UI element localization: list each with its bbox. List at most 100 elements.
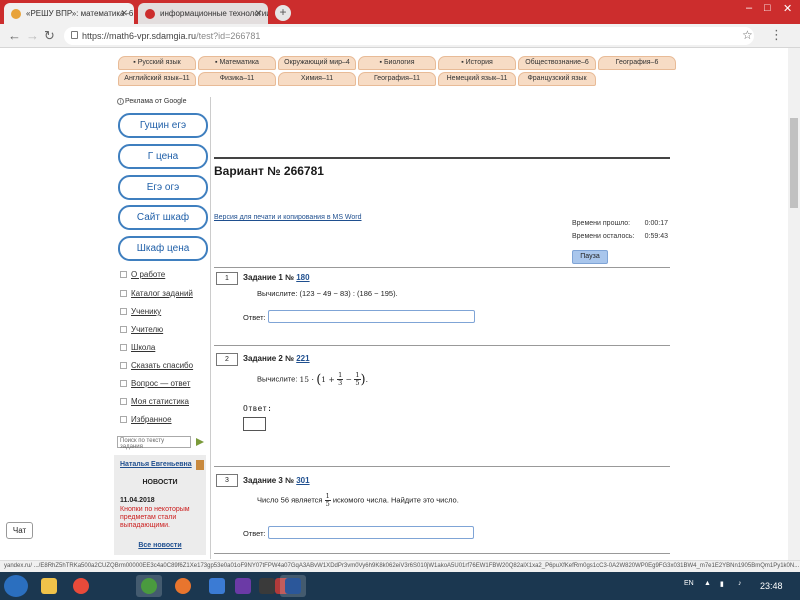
time-left-label: Времени осталось: [572, 233, 635, 240]
search-input[interactable]: Поиск по тексту задания [117, 436, 191, 450]
volume-icon[interactable]: ♪ [738, 580, 742, 587]
news-date: 11.04.2018 [120, 497, 155, 504]
subject-tab-physics[interactable]: Физика–11 [198, 72, 276, 86]
task-text-3: Число 56 является 15 искомого числа. Най… [257, 492, 459, 508]
yandex-favicon-icon [145, 9, 155, 19]
sidebar-item-qa[interactable]: Вопрос — ответ [120, 379, 190, 388]
subject-tab-english[interactable]: Английский язык–11 [118, 72, 196, 86]
scrollbar-thumb[interactable] [790, 118, 798, 208]
page-title: Вариант № 266781 [214, 164, 324, 178]
minimize-icon[interactable]: – [746, 2, 752, 14]
url-input[interactable]: https://math6-vpr.sdamgia.ru/test?id=266… [64, 27, 754, 45]
ad-button-1[interactable]: Гущин егэ [118, 113, 208, 138]
task-title-2: Задание 2 № 221 [243, 354, 310, 363]
reload-icon[interactable]: ↻ [44, 28, 55, 44]
subject-tab-history[interactable]: ▪ История [438, 56, 516, 70]
bullet-icon [120, 416, 127, 423]
chat-button[interactable]: Чат [6, 522, 33, 539]
taskbar-clock[interactable]: 23:48 [760, 581, 783, 591]
user-name-link[interactable]: Наталья Евгеньевна [120, 461, 192, 468]
chrome-icon[interactable] [136, 575, 162, 597]
sidebar-divider [210, 97, 211, 559]
subject-tab-german[interactable]: Немецкий язык–11 [438, 72, 516, 86]
task-divider [214, 267, 670, 268]
answer-label-1: Ответ: [243, 313, 266, 322]
ad-button-3[interactable]: Егэ огэ [118, 175, 208, 200]
close-tab-icon[interactable]: ✕ [254, 8, 262, 19]
ad-button-4[interactable]: Сайт шкаф [118, 205, 208, 230]
pause-button[interactable]: Пауза [572, 250, 608, 264]
close-tab-icon[interactable]: ✕ [120, 8, 128, 19]
task-ref-link-2[interactable]: 221 [296, 354, 309, 363]
sidebar-item-school[interactable]: Школа [120, 343, 155, 352]
tab-reshu-vpr[interactable]: «РЕШУ ВПР»: математика–6. ВПР ✕ [4, 3, 134, 24]
sidebar-item-teacher[interactable]: Учителю [120, 325, 163, 334]
browser-menu-icon[interactable]: ⋮ [770, 27, 783, 43]
subject-tab-geography6[interactable]: География–6 [598, 56, 676, 70]
task-ref-link-1[interactable]: 180 [296, 273, 309, 282]
tab-label: «РЕШУ ВПР»: математика–6. ВПР [26, 9, 134, 18]
language-indicator[interactable]: EN [684, 580, 694, 587]
sidebar-item-student[interactable]: Ученику [120, 307, 161, 316]
bullet-icon [120, 326, 127, 333]
new-tab-button[interactable]: + [275, 5, 291, 21]
all-news-link[interactable]: Все новости [114, 542, 206, 549]
bullet-icon [120, 380, 127, 387]
page-scrollbar[interactable] [788, 48, 800, 560]
tray-arrow-icon[interactable]: ▲ [704, 580, 711, 587]
task-number-2: 2 [216, 353, 238, 366]
maximize-icon[interactable]: □ [764, 2, 771, 14]
subject-tab-biology[interactable]: ▪ Биология [358, 56, 436, 70]
subject-tab-math[interactable]: ▪ Математика [198, 56, 276, 70]
subject-tab-social[interactable]: Обществознание–6 [518, 56, 596, 70]
answer-input-2[interactable] [243, 417, 266, 431]
bullet-icon [120, 290, 127, 297]
fraction: 15 [324, 492, 331, 508]
subject-tab-russian[interactable]: ▪ Русский язык [118, 56, 196, 70]
bookmark-star-icon[interactable]: ☆ [742, 28, 753, 42]
news-text[interactable]: Кнопки по некоторым предметам стали выпа… [120, 506, 204, 530]
print-version-link[interactable]: Версия для печати и копирования в MS Wor… [214, 214, 362, 221]
status-bar: yandex.ru/ .../E8RhZ5hTRKa500a2CUZQBrm00… [0, 560, 800, 572]
sidebar-item-favorites[interactable]: Избранное [120, 415, 172, 424]
bullet-icon [120, 344, 127, 351]
forward-icon[interactable]: → [26, 28, 39, 43]
answer-input-3[interactable] [268, 526, 474, 539]
start-button-icon[interactable] [4, 575, 28, 597]
explorer-icon[interactable] [36, 575, 62, 597]
word-icon[interactable] [280, 575, 306, 597]
ads-label: i Реклама от Google [117, 98, 187, 105]
sidebar-item-catalog[interactable]: Каталог заданий [120, 289, 193, 298]
back-icon[interactable]: ← [8, 28, 21, 43]
subject-tab-world[interactable]: Окружающий мир–4 [278, 56, 356, 70]
subject-tab-chemistry[interactable]: Химия–11 [278, 72, 356, 86]
sidebar-item-about[interactable]: О работе [120, 270, 165, 279]
subject-tab-geography11[interactable]: География–11 [358, 72, 436, 86]
subject-tab-french[interactable]: Французский язык [518, 72, 596, 86]
yandex-browser-icon[interactable] [68, 575, 94, 597]
ad-button-5[interactable]: Шкаф цена [118, 236, 208, 261]
user-panel: Наталья Евгеньевна НОВОСТИ 11.04.2018 Кн… [114, 455, 206, 555]
title-rule [214, 157, 670, 159]
task-title-3: Задание 3 № 301 [243, 476, 310, 485]
search-go-icon[interactable] [195, 437, 205, 447]
task-ref-link-3[interactable]: 301 [296, 476, 309, 485]
time-left-value: 0:59:43 [644, 233, 668, 240]
tab-label: информационные технологии на [160, 9, 268, 18]
tab-yandex-search[interactable]: информационные технологии на ✕ [138, 3, 268, 24]
ad-button-2[interactable]: Г цена [118, 144, 208, 169]
mail-icon[interactable] [204, 575, 230, 597]
network-icon[interactable]: ▮ [720, 580, 724, 588]
bullet-icon [120, 362, 127, 369]
close-window-icon[interactable]: ✕ [783, 2, 792, 15]
sidebar-item-thanks[interactable]: Сказать спасибо [120, 361, 193, 370]
time-passed-value: 0:00:17 [644, 220, 668, 227]
answer-input-1[interactable] [268, 310, 475, 323]
task-number-1: 1 [216, 272, 238, 285]
url-path: /test?id=266781 [196, 31, 261, 41]
media-icon[interactable] [230, 575, 256, 597]
timers: Времени прошло: 0:00:17 Времени осталось:… [572, 220, 668, 246]
sidebar-item-stats[interactable]: Моя статистика [120, 397, 189, 406]
url-domain: https://math6-vpr.sdamgia.ru [82, 31, 197, 41]
firefox-icon[interactable] [170, 575, 196, 597]
